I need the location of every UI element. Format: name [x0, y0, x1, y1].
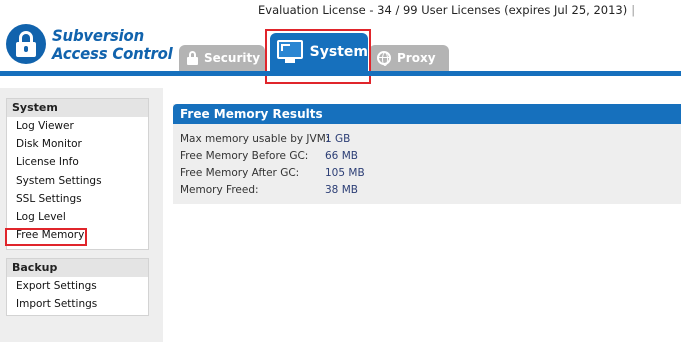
- tab-security[interactable]: Security: [179, 45, 265, 71]
- result-label: Free Memory Before GC:: [180, 150, 309, 162]
- sidebar-item-import-settings[interactable]: Import Settings: [7, 295, 148, 313]
- result-label: Memory Freed:: [180, 184, 259, 196]
- sidebar-item-disk-monitor[interactable]: Disk Monitor: [7, 135, 148, 153]
- main-content: Free Memory Results Max memory usable by…: [163, 88, 681, 342]
- logo-lock-icon: [6, 24, 46, 64]
- license-text: Evaluation License - 34 / 99 User Licens…: [258, 3, 628, 17]
- brand-logo-text: Subversion Access Control: [52, 27, 173, 63]
- result-value: 1 GB: [325, 133, 351, 145]
- sidebar-item-system-settings[interactable]: System Settings: [7, 172, 148, 190]
- lock-icon: [187, 51, 198, 65]
- brand-line2: Access Control: [52, 44, 173, 63]
- sidebar-item-log-viewer[interactable]: Log Viewer: [7, 117, 148, 135]
- result-value: 66 MB: [325, 150, 358, 162]
- sidebar-section-backup: Backup Export Settings Import Settings: [6, 258, 149, 316]
- tab-proxy[interactable]: Proxy: [369, 45, 449, 71]
- result-label: Free Memory After GC:: [180, 167, 300, 179]
- app-root: Subversion Access Control Evaluation Lic…: [0, 0, 681, 342]
- sidebar-section-title: Backup: [7, 259, 148, 277]
- license-separator: |: [631, 3, 636, 17]
- globe-icon: [377, 51, 391, 66]
- free-memory-highlight: [5, 228, 87, 246]
- result-value: 105 MB: [325, 167, 365, 179]
- result-value: 38 MB: [325, 184, 358, 196]
- tab-security-label: Security: [204, 51, 261, 65]
- nav-underline: [0, 71, 681, 76]
- sidebar-item-export-settings[interactable]: Export Settings: [7, 277, 148, 295]
- sidebar: System Log Viewer Disk Monitor License I…: [0, 88, 163, 342]
- tab-proxy-label: Proxy: [397, 51, 436, 65]
- license-info: Evaluation License - 34 / 99 User Licens…: [258, 3, 635, 17]
- sidebar-item-ssl-settings[interactable]: SSL Settings: [7, 190, 148, 208]
- sidebar-item-log-level[interactable]: Log Level: [7, 208, 148, 226]
- sidebar-section-title: System: [7, 99, 148, 117]
- brand-line1: Subversion: [52, 26, 145, 45]
- results-panel: Free Memory Results Max memory usable by…: [173, 104, 681, 204]
- result-label: Max memory usable by JVM:: [180, 133, 330, 145]
- results-title: Free Memory Results: [173, 104, 681, 124]
- sidebar-item-license-info[interactable]: License Info: [7, 153, 148, 171]
